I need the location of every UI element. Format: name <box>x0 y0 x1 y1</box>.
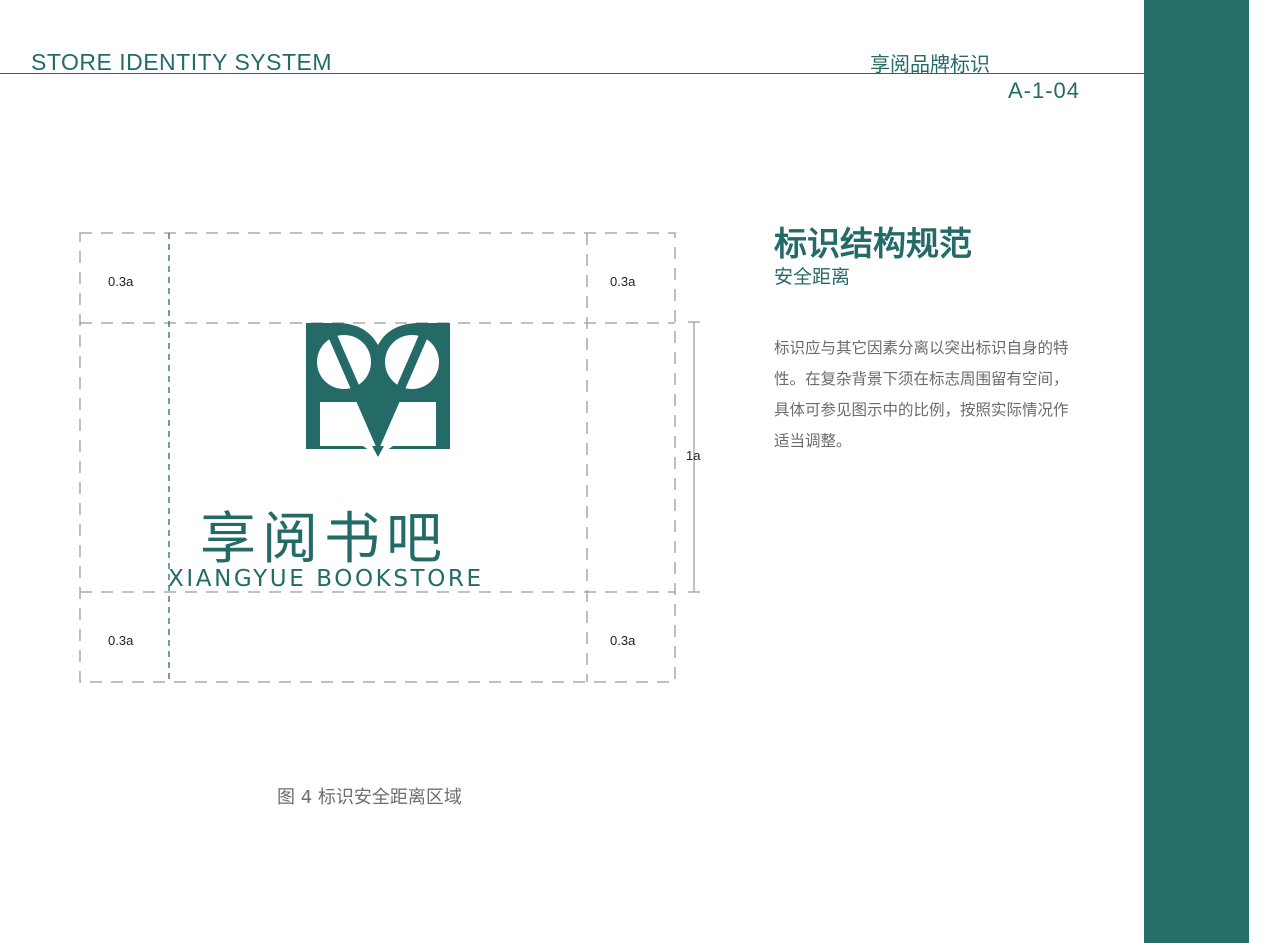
section-subtitle: 安全距离 <box>774 266 851 288</box>
safety-area-diagram <box>79 232 700 683</box>
logo-mark <box>306 323 450 457</box>
section-title: 标识结构规范 <box>774 224 972 263</box>
page-code: A-1-04 <box>1008 78 1081 103</box>
logo-english-name: XIANGYUE BOOKSTORE <box>168 566 484 592</box>
section-body: 标识应与其它因素分离以突出标识自身的特性。在复杂背景下须在标志周围留有空间，具体… <box>774 339 1069 450</box>
margin-label-top-left: 0.3a <box>108 274 134 289</box>
margin-label-bottom-left: 0.3a <box>108 633 134 648</box>
logo-chinese-name: 享阅书吧 <box>200 507 448 572</box>
sidebar-band <box>1144 0 1249 943</box>
margin-label-top-right: 0.3a <box>610 274 636 289</box>
height-label: 1a <box>686 448 701 463</box>
margin-label-bottom-right: 0.3a <box>610 633 636 648</box>
figure-caption: 图 4 标识安全距离区域 <box>277 787 462 808</box>
